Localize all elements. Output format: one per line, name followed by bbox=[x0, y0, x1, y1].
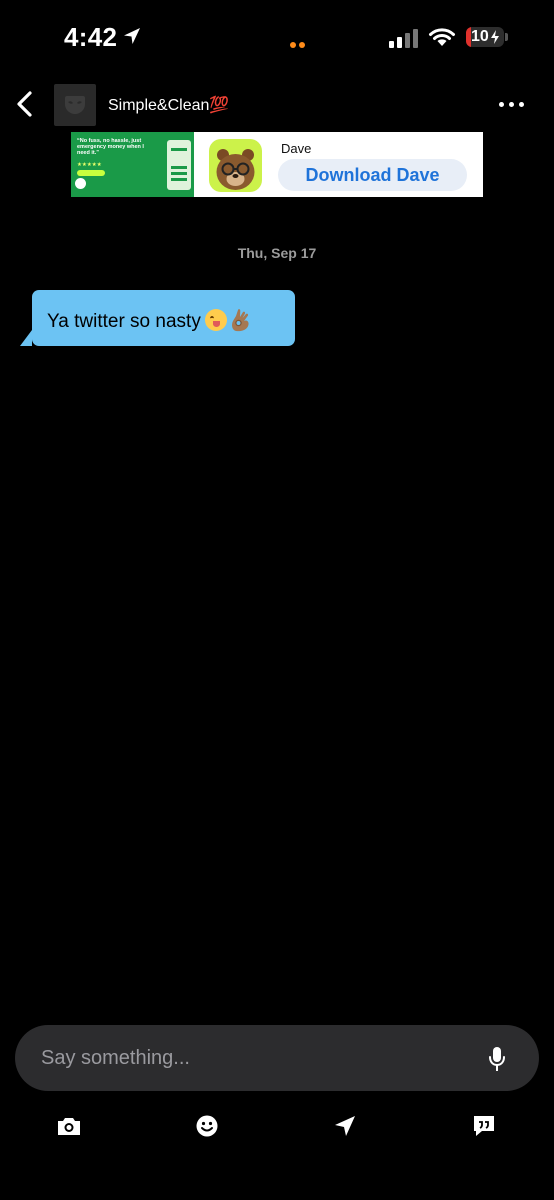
battery-tip bbox=[505, 33, 508, 41]
ad-app-name: Dave bbox=[281, 141, 312, 156]
ad-rating-stars: ★★★★★ bbox=[77, 162, 102, 168]
date-separator: Thu, Sep 17 bbox=[237, 245, 317, 261]
contact-name[interactable]: Simple&Clean💯 bbox=[108, 95, 229, 115]
chevron-left-icon[interactable] bbox=[12, 88, 40, 120]
ad-banner[interactable]: “No fuss, no hassle, just emergency mone… bbox=[71, 132, 483, 197]
chat-toolbar bbox=[0, 1108, 554, 1144]
message-bubble-incoming[interactable]: Ya twitter so nasty bbox=[20, 290, 295, 346]
ad-award-badge bbox=[75, 178, 86, 189]
download-button[interactable]: Download Dave bbox=[278, 159, 467, 191]
smiley-icon[interactable] bbox=[193, 1112, 221, 1140]
battery-charging-icon: 10 bbox=[466, 27, 504, 47]
bear-app-icon bbox=[209, 139, 262, 192]
message-body: Ya twitter so nasty bbox=[47, 311, 201, 332]
wifi-icon bbox=[429, 28, 455, 46]
ad-quote: “No fuss, no hassle, just emergency mone… bbox=[77, 138, 144, 156]
more-horizontal-icon[interactable] bbox=[496, 94, 528, 114]
privacy-indicator-dots bbox=[290, 35, 308, 53]
saved-phrases-icon[interactable] bbox=[470, 1112, 498, 1140]
avatar[interactable] bbox=[54, 84, 96, 126]
status-bar: 4:42 10 bbox=[0, 0, 554, 74]
ad-creative-button bbox=[77, 170, 105, 176]
chat-header: Simple&Clean💯 bbox=[0, 80, 554, 128]
location-arrow-icon bbox=[124, 28, 140, 44]
location-send-icon[interactable] bbox=[331, 1112, 359, 1140]
face-savoring-food-icon bbox=[204, 309, 227, 331]
status-time: 4:42 bbox=[64, 22, 118, 52]
microphone-icon[interactable] bbox=[487, 1045, 507, 1073]
ok-hand-icon bbox=[231, 309, 249, 332]
camera-icon[interactable] bbox=[55, 1112, 83, 1140]
ad-creative: “No fuss, no hassle, just emergency mone… bbox=[71, 132, 194, 197]
message-text: Ya twitter so nasty bbox=[47, 308, 252, 333]
ad-phone-mockup bbox=[167, 140, 191, 190]
message-input[interactable] bbox=[41, 1046, 461, 1070]
mask-placeholder-icon bbox=[65, 96, 85, 114]
bubble-tail bbox=[20, 330, 32, 346]
message-composer bbox=[15, 1025, 539, 1091]
battery-level: 10 bbox=[471, 28, 489, 45]
cellular-signal-icon bbox=[389, 28, 419, 48]
